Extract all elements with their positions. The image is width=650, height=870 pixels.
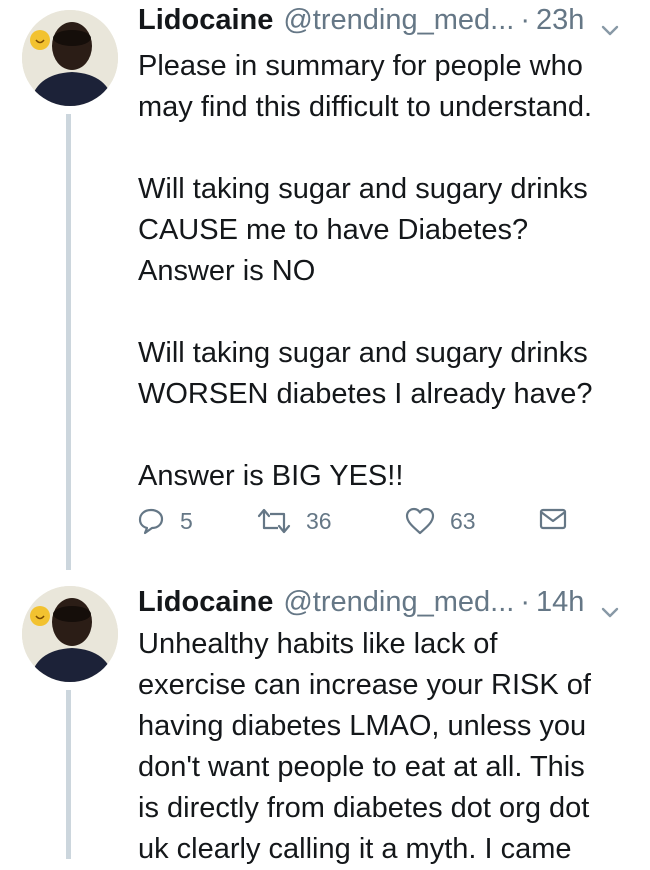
avatar-image (22, 586, 118, 682)
tweet-line: Will taking sugar and sugary drinks (138, 337, 588, 369)
like-button[interactable]: 63 (404, 506, 476, 536)
separator-dot: · (520, 3, 530, 36)
like-count: 63 (450, 507, 476, 534)
reply-count: 5 (180, 507, 193, 534)
tweet-line: Unhealthy habits like lack of (138, 628, 498, 660)
thread-connector (66, 690, 71, 859)
tweet-line: CAUSE me to have Diabetes? (138, 214, 529, 246)
tweet-timestamp[interactable]: 14h (536, 586, 584, 619)
tweet-text: Please in summary for people who may fin… (138, 46, 636, 497)
tweet-line: is directly from diabetes dot org dot (138, 792, 590, 824)
tweet-line: Please in summary for people who (138, 50, 583, 82)
tweet-line: WORSEN diabetes I already have? (138, 378, 593, 410)
retweet-icon (257, 508, 291, 534)
chevron-down-icon[interactable] (600, 13, 620, 36)
tweet-line: Answer is BIG YES!! (138, 460, 404, 492)
separator-dot: · (520, 585, 530, 618)
tweet-header: Lidocaine @trending_med... · 14h (138, 582, 634, 622)
retweet-button[interactable]: 36 (256, 506, 332, 536)
author-name[interactable]: Lidocaine (138, 4, 273, 37)
tweet[interactable]: Lidocaine @trending_med... · 14h Unhealt… (0, 578, 650, 865)
chevron-down-icon[interactable] (600, 595, 620, 618)
tweet-header: Lidocaine @trending_med... · 23h (138, 0, 634, 40)
tweet-line: may find this difficult to understand. (138, 91, 593, 123)
reply-button[interactable]: 5 (136, 506, 193, 536)
envelope-icon (539, 508, 567, 530)
retweet-count: 36 (306, 507, 332, 534)
direct-message-button[interactable] (538, 506, 568, 532)
tweet-line: Answer is NO (138, 255, 316, 287)
tweet-line: don't want people to eat at all. This (138, 751, 585, 783)
avatar[interactable] (22, 586, 118, 682)
tweet-line: having diabetes LMAO, unless you (138, 710, 587, 742)
avatar[interactable] (22, 10, 118, 106)
reply-icon (138, 508, 164, 535)
tweet-line: exercise can increase your RISK of (138, 669, 591, 701)
tweet-timestamp[interactable]: 23h (536, 4, 584, 37)
tweet-line: Will taking sugar and sugary drinks (138, 173, 588, 205)
heart-icon (405, 507, 435, 535)
tweet-line: uk clearly calling it a myth. I came (138, 833, 572, 865)
author-name[interactable]: Lidocaine (138, 586, 273, 619)
author-handle[interactable]: @trending_med... (283, 586, 514, 619)
author-handle[interactable]: @trending_med... (283, 4, 514, 37)
tweet-text: Unhealthy habits like lack of exercise c… (138, 624, 636, 870)
thread-connector (66, 114, 71, 570)
tweet[interactable]: Lidocaine @trending_med... · 23h Please … (0, 0, 650, 570)
avatar-image (22, 10, 118, 106)
tweet-actions: 5 36 63 (136, 506, 586, 546)
